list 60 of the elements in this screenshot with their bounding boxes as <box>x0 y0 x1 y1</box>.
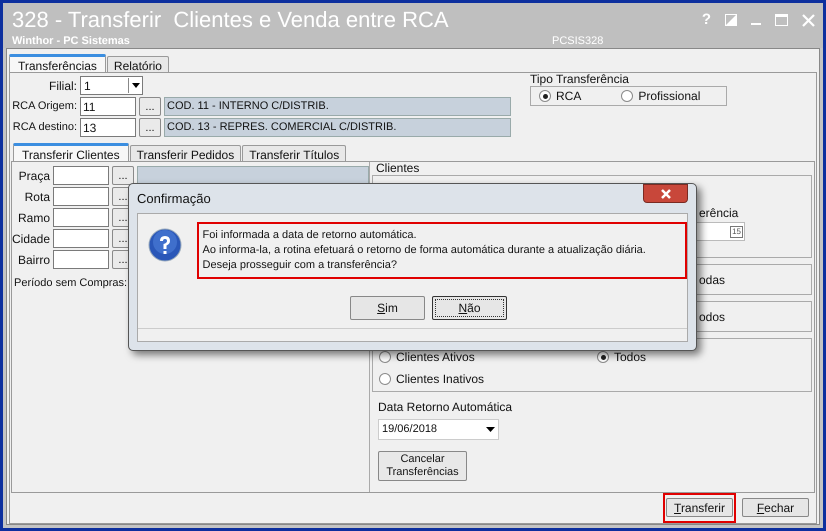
field-label: Período sem Compras: <box>14 276 128 291</box>
radio-label: Clientes Inativos <box>396 371 484 388</box>
filter-field[interactable] <box>53 229 109 248</box>
cancel-transfers-button[interactable]: Cancelar Transferências <box>378 451 467 481</box>
rca-description-field: COD. 13 - REPRES. COMERCIAL C/DISTRIB. <box>164 118 511 137</box>
tab[interactable]: Transferir Clientes <box>13 143 129 161</box>
field-label: Ramo <box>16 210 50 226</box>
dialog-button[interactable]: Sim <box>350 296 425 320</box>
rca-description-field: COD. 11 - INTERNO C/DISTRIB. <box>164 97 511 116</box>
close-icon <box>660 188 672 198</box>
option-label: odos <box>699 308 726 326</box>
dialog-message: Foi informada a data de retorno automática. Ao informa-la, a rotina efetuará o retorno de forma automática durante a atualização diária. Deseja prosseguir com a transferência? <box>196 222 687 279</box>
field-label: RCA Origem: <box>11 99 77 114</box>
calendar-icon[interactable]: 15 <box>730 226 743 238</box>
radio-button[interactable] <box>539 90 551 102</box>
field-label: RCA destino: <box>12 120 77 136</box>
browse-button[interactable]: ... <box>112 166 134 185</box>
tab[interactable]: Relatório <box>106 56 169 72</box>
rca-code-field[interactable]: 13 <box>80 118 136 137</box>
filter-field[interactable] <box>53 166 109 185</box>
field-label: Filial: <box>48 78 77 94</box>
radio-label: Clientes Ativos <box>396 349 475 366</box>
footer-button[interactable]: Fechar <box>742 498 809 517</box>
radio-label: Todos <box>614 349 646 366</box>
radio-button[interactable] <box>597 351 609 363</box>
filter-field[interactable] <box>53 250 109 269</box>
tab[interactable]: Transferências <box>9 54 106 72</box>
footer-button[interactable]: Transferir <box>666 498 733 517</box>
filter-field[interactable] <box>53 187 109 206</box>
group-title: Tipo Transferência <box>530 73 630 86</box>
filter-field[interactable] <box>53 208 109 227</box>
field-label: Bairro <box>16 252 50 268</box>
radio-button[interactable] <box>379 351 391 363</box>
return-date-dropdown[interactable]: 19/06/2018 <box>378 419 499 440</box>
radio-label: Profissional <box>638 88 700 105</box>
tab[interactable]: Transferir Pedidos <box>130 145 242 161</box>
program-code: PCSIS328 <box>552 34 604 49</box>
dropdown-arrow-icon <box>128 78 142 93</box>
close-button[interactable] <box>643 184 688 203</box>
dialog-button[interactable]: Não <box>432 296 507 320</box>
question-icon <box>148 228 182 262</box>
group-title: Clientes <box>376 162 420 175</box>
field-label: Praça <box>18 168 50 184</box>
option-label: odas <box>699 272 726 288</box>
field-label: Rota <box>24 188 50 206</box>
field-label: erência <box>699 205 738 222</box>
filial-dropdown[interactable]: 1 <box>80 76 143 95</box>
browse-button[interactable]: ... <box>139 118 161 137</box>
radio-button[interactable] <box>379 373 391 385</box>
radio-label: RCA <box>556 88 582 105</box>
app-subtitle: Winthor - PC Sistemas <box>12 34 131 49</box>
rca-code-field[interactable]: 11 <box>80 97 136 116</box>
radio-button[interactable] <box>621 90 634 102</box>
dropdown-arrow-icon <box>486 426 495 432</box>
tab[interactable]: Transferir Títulos <box>242 145 346 161</box>
window-title: 328 - Transferir Clientes e Venda entre RCA <box>12 7 449 33</box>
dialog-title: Confirmação <box>137 190 211 208</box>
field-label: Data Retorno Automática <box>378 399 514 416</box>
browse-button[interactable]: ... <box>139 97 161 116</box>
field-label: Cidade <box>12 230 50 248</box>
